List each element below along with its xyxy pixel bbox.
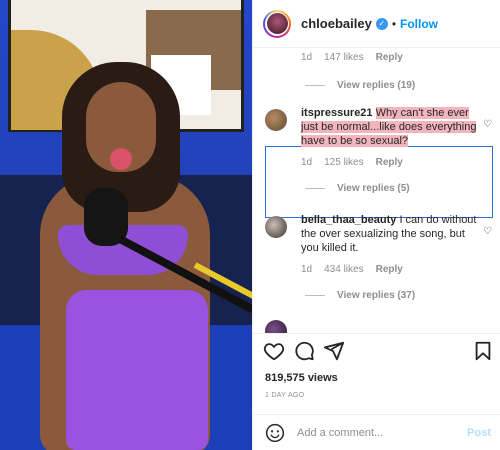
comment-meta: 1d 125 likes Reply [301, 157, 403, 168]
replies-divider-line [305, 188, 325, 189]
view-replies-button[interactable]: View replies (19) [305, 80, 415, 91]
view-replies-label: View replies (19) [337, 80, 416, 91]
commenter-avatar[interactable] [265, 320, 287, 333]
performer-skirt [66, 290, 208, 450]
post-button[interactable]: Post [467, 427, 491, 439]
like-heart-icon[interactable]: ♡ [483, 227, 493, 237]
post-timestamp[interactable]: 1 DAY AGO [265, 392, 304, 399]
avatar-image [266, 13, 288, 34]
comment-time: 1d [301, 52, 313, 63]
view-replies-button[interactable]: View replies (5) [305, 183, 410, 194]
view-replies-label: View replies (5) [337, 183, 410, 194]
reply-button[interactable]: Reply [376, 264, 403, 275]
comments-list[interactable]: 1d 147 likes Reply View replies (19) its… [253, 48, 500, 333]
share-plane-icon[interactable] [323, 340, 345, 362]
comment-bubble-icon[interactable] [293, 340, 315, 362]
like-heart-icon[interactable]: ♡ [483, 120, 493, 130]
commenter-avatar[interactable] [265, 109, 287, 131]
separator-dot: • [391, 16, 397, 31]
comment-text: itspressure21 Why can't she ever just be… [301, 106, 479, 148]
comment-time: 1d [301, 264, 313, 275]
verified-badge-icon: ✓ [375, 17, 388, 30]
view-replies-button[interactable]: View replies (37) [305, 290, 415, 301]
reply-button[interactable]: Reply [376, 52, 403, 63]
instagram-post-view: chloebailey ✓ • Follow 1d 147 likes Repl… [0, 0, 500, 450]
view-replies-label: View replies (37) [337, 290, 416, 301]
comment-likes[interactable]: 434 likes [324, 264, 363, 275]
post-video[interactable] [0, 0, 252, 450]
replies-divider-line [305, 85, 325, 86]
save-bookmark-icon[interactable] [473, 340, 493, 362]
follow-button[interactable]: Follow [400, 17, 438, 31]
performer-mouth [110, 148, 132, 170]
comment-username[interactable]: bella_thaa_beauty [301, 214, 396, 226]
post-actions: 819,575 views 1 DAY AGO Post [253, 333, 500, 450]
replies-divider-line [305, 295, 325, 296]
emoji-icon[interactable] [265, 423, 285, 443]
comment-username[interactable]: itspressure21 [301, 107, 373, 119]
post-header: chloebailey ✓ • Follow [253, 0, 500, 48]
like-heart-icon[interactable] [263, 340, 285, 362]
username-link[interactable]: chloebailey [301, 16, 372, 31]
comment-likes[interactable]: 147 likes [324, 52, 363, 63]
comment-text: bella_thaa_beauty I can do without the o… [301, 213, 479, 255]
add-comment-bar: Post [253, 414, 500, 450]
avatar[interactable] [263, 9, 291, 38]
comment-meta: 1d 147 likes Reply [301, 52, 403, 63]
comment-likes[interactable]: 125 likes [324, 157, 363, 168]
post-side-panel: chloebailey ✓ • Follow 1d 147 likes Repl… [252, 0, 500, 450]
reply-button[interactable]: Reply [376, 157, 403, 168]
comment-input[interactable] [297, 427, 457, 439]
comment-meta: 1d 434 likes Reply [301, 264, 403, 275]
comment-time: 1d [301, 157, 313, 168]
commenter-avatar[interactable] [265, 216, 287, 238]
view-count[interactable]: 819,575 views [265, 372, 338, 384]
